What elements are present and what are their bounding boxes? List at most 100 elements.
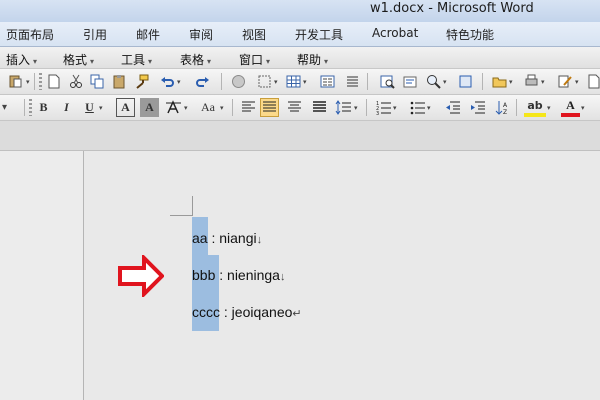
window-title: w1.docx - Microsoft Word [370,1,534,16]
paste-special-icon[interactable] [6,72,25,91]
justify-icon[interactable] [260,98,279,117]
italic-button[interactable]: I [57,98,76,117]
toolbar-separator [366,99,367,116]
menu-insert[interactable]: 插入 ▾ [6,51,37,68]
chevron-down-icon[interactable]: ▾ [177,78,181,86]
print-preview-icon[interactable] [522,72,541,91]
chevron-down-icon[interactable]: ▾ [547,104,551,112]
doc-line[interactable]: aa : niangi↓ [192,230,262,246]
numbering-icon[interactable]: 123 [374,98,393,117]
toolbar-grip[interactable] [29,99,32,116]
doc-key: bbb [192,267,216,283]
menu-table[interactable]: 表格 ▾ [180,51,211,68]
menu-format[interactable]: 格式 ▾ [63,51,94,68]
tab-page-layout[interactable]: 页面布局 [6,26,54,43]
tab-review[interactable]: 审阅 [189,26,213,43]
document-map-icon[interactable] [378,72,397,91]
menu-tools-label: 工具 [121,53,146,67]
doc-key: cccc [192,304,220,320]
redo-icon[interactable] [193,72,212,91]
chevron-down-icon[interactable]: ▾ [354,104,358,112]
font-color-button[interactable]: A [561,98,580,117]
chevron-down-icon: ▾ [266,57,271,66]
tab-developer[interactable]: 开发工具 [295,26,343,43]
zoom-icon[interactable] [424,72,443,91]
menu-format-label: 格式 [63,53,88,67]
align-left-icon[interactable] [239,98,258,117]
chevron-down-icon[interactable]: ▾ [220,104,224,112]
chevron-down-icon[interactable]: ▾ [99,104,103,112]
doc-separator: : [215,267,228,283]
align-center-icon[interactable] [285,98,304,117]
chevron-down-icon[interactable]: ▾ [26,78,30,86]
undo-icon[interactable] [158,72,177,91]
doc-value: nieninga [227,267,280,283]
tab-references[interactable]: 引用 [83,26,107,43]
formatting-toolbar: ▾ B I U ▾ A A ▾ Aa ▾ ▾ 123 ▾ ▾ AZ ab ▾ A… [0,95,600,121]
cut-icon[interactable] [66,72,85,91]
paste-icon[interactable] [110,72,129,91]
show-hide-icon[interactable] [401,72,420,91]
paragraph-mark: ↵ [292,308,302,320]
margin-corner-mark [170,215,192,216]
text-columns-icon[interactable] [343,72,362,91]
chevron-down-icon[interactable]: ▾ [2,102,7,113]
underline-button[interactable]: U [80,98,99,117]
open-folder-icon[interactable] [490,72,509,91]
doc-separator: : [220,304,232,320]
svg-text:3: 3 [376,111,379,115]
tab-special[interactable]: 特色功能 [446,26,494,43]
web-component-icon[interactable] [229,72,248,91]
edit-pen-icon[interactable] [556,72,575,91]
character-shading-button[interactable]: A [140,98,159,117]
toolbar-separator [34,73,35,90]
change-case-button[interactable]: Aa [196,98,220,117]
doc-line[interactable]: cccc : jeoiqaneo↵ [192,304,302,320]
chevron-down-icon[interactable]: ▾ [541,78,545,86]
chevron-down-icon[interactable]: ▾ [575,78,579,86]
insert-table-icon[interactable] [284,72,303,91]
menu-window[interactable]: 窗口 ▾ [239,51,270,68]
chevron-down-icon[interactable]: ▾ [274,78,278,86]
toolbar-separator [482,73,483,90]
sort-icon[interactable]: AZ [493,98,512,117]
tab-view[interactable]: 视图 [242,26,266,43]
borders-icon[interactable] [255,72,274,91]
full-screen-icon[interactable] [456,72,475,91]
character-scaling-icon[interactable] [164,98,183,117]
chevron-down-icon: ▾ [324,57,329,66]
left-margin-area [0,151,84,400]
chevron-down-icon[interactable]: ▾ [509,78,513,86]
bold-button[interactable]: B [34,98,53,117]
format-painter-icon[interactable] [132,72,151,91]
title-bar: w1.docx - Microsoft Word [0,0,600,22]
chevron-down-icon[interactable]: ▾ [303,78,307,86]
tab-mailings[interactable]: 邮件 [136,26,160,43]
toolbar-separator [221,73,222,90]
columns-icon[interactable] [318,72,337,91]
toolbar-grip[interactable] [39,73,42,90]
distributed-align-icon[interactable] [310,98,329,117]
increase-indent-icon[interactable] [468,98,487,117]
character-border-button[interactable]: A [116,98,135,117]
chevron-down-icon[interactable]: ▾ [427,104,431,112]
standard-toolbar: ▾ ▾ ▾ ▾ ▾ ▾ ▾ ▾ [0,69,600,95]
line-spacing-icon[interactable] [334,98,353,117]
highlight-button[interactable]: ab [524,98,546,117]
copy-icon[interactable] [88,72,107,91]
svg-text:A: A [503,102,508,109]
new-document-icon[interactable] [44,72,63,91]
chevron-down-icon[interactable]: ▾ [443,78,447,86]
doc-line[interactable]: bbb : nieninga↓ [192,267,285,283]
chevron-down-icon[interactable]: ▾ [581,104,585,112]
decrease-indent-icon[interactable] [443,98,462,117]
tab-acrobat[interactable]: Acrobat [372,26,418,40]
chevron-down-icon: ▾ [207,57,212,66]
chevron-down-icon[interactable]: ▾ [184,104,188,112]
menu-tools[interactable]: 工具 ▾ [121,51,152,68]
document-icon[interactable] [585,72,600,91]
chevron-down-icon[interactable]: ▾ [393,104,397,112]
menu-help[interactable]: 帮助 ▾ [297,51,328,68]
toolbar-separator [232,99,233,116]
bullets-icon[interactable] [408,98,427,117]
